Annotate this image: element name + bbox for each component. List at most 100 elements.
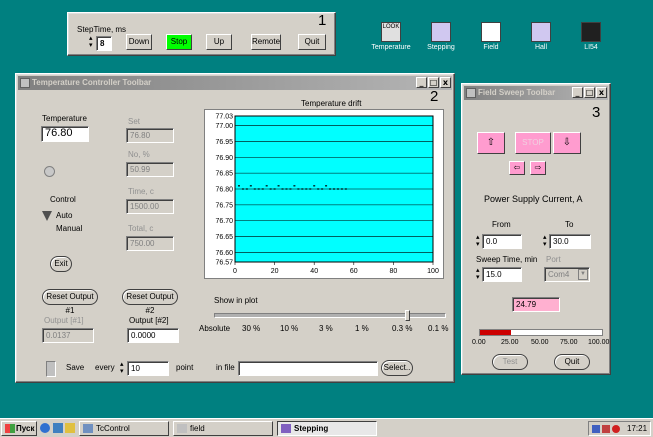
save-toggle-switch[interactable] [46, 361, 56, 377]
x-tick-label: 0 [233, 268, 237, 275]
data-point [237, 185, 240, 187]
down-button[interactable]: Down [126, 34, 152, 50]
data-point [269, 188, 272, 190]
time-c-input[interactable]: 1500.00 [126, 199, 174, 214]
tray-security-icon[interactable] [612, 425, 620, 433]
desktop-icon-temperature[interactable]: LOOK Temperature [366, 22, 416, 51]
progress-tick-50: 50.00 [531, 339, 549, 346]
temperature-controller-window: Temperature Controller Toolbar _ □ x 2 T… [15, 73, 455, 383]
field-app-icon [481, 22, 501, 42]
set-input[interactable]: 76.80 [126, 128, 174, 143]
step-left-button[interactable]: ⇦ [509, 161, 525, 175]
sweep-down-button[interactable]: ⇩ [553, 132, 581, 154]
port-select[interactable]: Com4 ▼ [544, 267, 590, 282]
slider-label-0-1: 0.1 % [428, 324, 449, 333]
slider-label-0-3: 0.3 % [392, 324, 413, 333]
start-button[interactable]: Пуск [1, 421, 37, 436]
maximize-button[interactable]: □ [584, 87, 595, 98]
quicklaunch-desktop-icon[interactable] [53, 423, 63, 433]
quicklaunch-outlook-icon[interactable] [65, 423, 75, 433]
temperature-value: 76.80 [41, 126, 89, 142]
select-file-button[interactable]: Select.. [381, 360, 413, 376]
x-tick-label: 60 [350, 268, 358, 275]
taskbar: Пуск TcControl field Stepping 17:21 [0, 418, 653, 437]
y-tick-label: 76.75 [215, 202, 233, 209]
close-button[interactable]: x [440, 77, 451, 88]
x-tick-label: 40 [310, 268, 318, 275]
callout-3: 3 [592, 104, 601, 121]
slider-label-1: 1 % [355, 324, 369, 333]
field-window-titlebar[interactable]: Field Sweep Toolbar _ □ x [464, 86, 608, 100]
data-point [289, 188, 292, 190]
reset-output-1-button[interactable]: Reset Output #1 [42, 289, 98, 315]
every-spinner[interactable] [120, 360, 126, 376]
tray-network-icon[interactable] [592, 425, 600, 433]
sweep-stop-button[interactable]: STOP [515, 132, 551, 154]
from-input[interactable]: 0.0 [482, 234, 522, 249]
data-point [265, 185, 268, 187]
no-input[interactable]: 50.99 [126, 162, 174, 177]
tray-volume-icon[interactable] [602, 425, 610, 433]
data-point [317, 188, 320, 190]
app-icon [20, 78, 30, 88]
desktop-icon-label: LI54 [584, 44, 598, 51]
sweep-time-input[interactable]: 15.0 [482, 267, 522, 282]
task-stepping[interactable]: Stepping [277, 421, 377, 436]
to-input[interactable]: 30.0 [549, 234, 591, 249]
desktop-icon-hall[interactable]: Hall [516, 22, 566, 51]
temperature-window-titlebar[interactable]: Temperature Controller Toolbar _ □ x [18, 76, 452, 90]
app-icon [83, 424, 93, 433]
data-point [253, 188, 256, 190]
data-point [261, 188, 264, 190]
data-point [257, 188, 260, 190]
data-point [321, 188, 324, 190]
minimize-button[interactable]: _ [572, 87, 583, 98]
remote-button[interactable]: Remote [251, 34, 281, 50]
x-tick-label: 20 [271, 268, 279, 275]
file-path-input[interactable] [238, 361, 378, 376]
data-point [293, 185, 296, 187]
data-point [340, 188, 343, 190]
slider-thumb[interactable] [404, 310, 410, 321]
callout-2: 2 [430, 88, 439, 105]
reset-output-2-button[interactable]: Reset Output #2 [122, 289, 178, 315]
field-quit-button[interactable]: Quit [554, 354, 590, 370]
desktop-icon-stepping[interactable]: Stepping [416, 22, 466, 51]
maximize-button[interactable]: □ [428, 77, 439, 88]
quicklaunch-ie-icon[interactable] [40, 423, 50, 433]
every-input[interactable]: 10 [127, 361, 169, 376]
field-sweep-window: Field Sweep Toolbar _ □ x 3 ⇧ STOP ⇩ ⇦ ⇨… [461, 83, 611, 375]
y-tick-label: 76.85 [215, 171, 233, 178]
close-button[interactable]: x [596, 87, 607, 98]
total-c-input[interactable]: 750.00 [126, 236, 174, 251]
y-tick-label: 76.80 [215, 187, 233, 194]
task-field[interactable]: field [173, 421, 273, 436]
task-tccontrol[interactable]: TcControl [79, 421, 169, 436]
stop-button[interactable]: Stop [166, 34, 192, 50]
to-label: To [565, 220, 574, 229]
chart-title: Temperature drift [301, 99, 362, 108]
no-label: No, % [128, 150, 150, 159]
progress-fill [480, 330, 511, 335]
arrow-right-icon: ⇨ [534, 163, 542, 172]
progress-tick-75: 75.00 [560, 339, 578, 346]
control-switch-icon[interactable] [42, 211, 52, 221]
data-point [285, 188, 288, 190]
slider-track [214, 313, 446, 318]
steptime-input[interactable]: 8 [96, 36, 112, 51]
step-right-button[interactable]: ⇨ [530, 161, 546, 175]
exit-button[interactable]: Exit [50, 256, 72, 272]
plot-scale-slider[interactable] [214, 310, 446, 322]
clock: 17:21 [627, 424, 648, 433]
desktop-icon-label: Stepping [427, 44, 455, 51]
up-button[interactable]: Up [206, 34, 232, 50]
steptime-spinner[interactable] [89, 34, 95, 50]
test-button[interactable]: Test [492, 354, 528, 370]
sweep-up-button[interactable]: ⇧ [477, 132, 505, 154]
start-label: Пуск [16, 424, 35, 433]
desktop-icon-field[interactable]: Field [466, 22, 516, 51]
desktop-icon-li54[interactable]: LI54 [566, 22, 616, 51]
quit-button[interactable]: Quit [298, 34, 326, 50]
task-label: TcControl [96, 424, 130, 433]
minimize-button[interactable]: _ [416, 77, 427, 88]
